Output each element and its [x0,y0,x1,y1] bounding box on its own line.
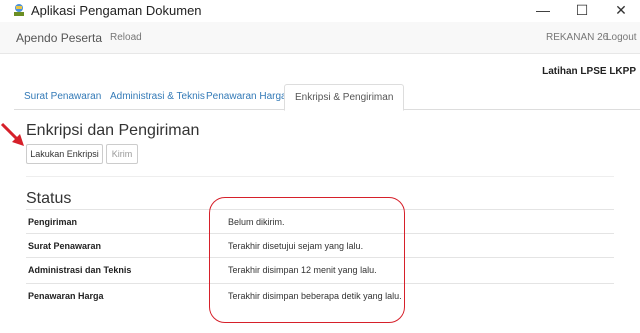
app-icon [12,3,26,17]
brand-link[interactable]: Apendo Peserta [16,31,102,45]
tab-surat-penawaran[interactable]: Surat Penawaran [14,84,111,110]
status-label: Pengiriman [28,217,78,227]
tab-bar: Surat Penawaran Administrasi & Teknis Pe… [14,84,640,111]
maximize-button[interactable]: ☐ [562,0,602,22]
status-label: Surat Penawaran [28,241,102,251]
status-label: Administrasi dan Teknis [28,265,132,275]
close-button[interactable]: ✕ [601,0,640,22]
user-name[interactable]: REKANAN 26 [546,32,608,43]
reload-link[interactable]: Reload [110,32,142,43]
section-title: Enkripsi dan Pengiriman [26,122,200,139]
send-button[interactable]: Kirim [106,144,138,164]
minimize-button[interactable]: — [523,0,563,22]
status-label: Penawaran Harga [28,291,104,301]
encrypt-button[interactable]: Lakukan Enkripsi [26,144,103,164]
tab-enkripsi-pengiriman[interactable]: Enkripsi & Pengiriman [284,84,405,111]
divider [26,176,614,177]
title-bar: Aplikasi Pengaman Dokumen — ☐ ✕ [0,0,640,22]
status-title: Status [26,190,72,207]
annotation-highlight [209,197,405,323]
navbar: Apendo Peserta Reload REKANAN 26 Logout [0,22,640,54]
logout-link[interactable]: Logout [606,32,637,43]
tab-penawaran-harga[interactable]: Penawaran Harga [196,84,297,110]
window-title: Aplikasi Pengaman Dokumen [31,3,202,18]
organization-name: Latihan LPSE LKPP [542,66,636,77]
